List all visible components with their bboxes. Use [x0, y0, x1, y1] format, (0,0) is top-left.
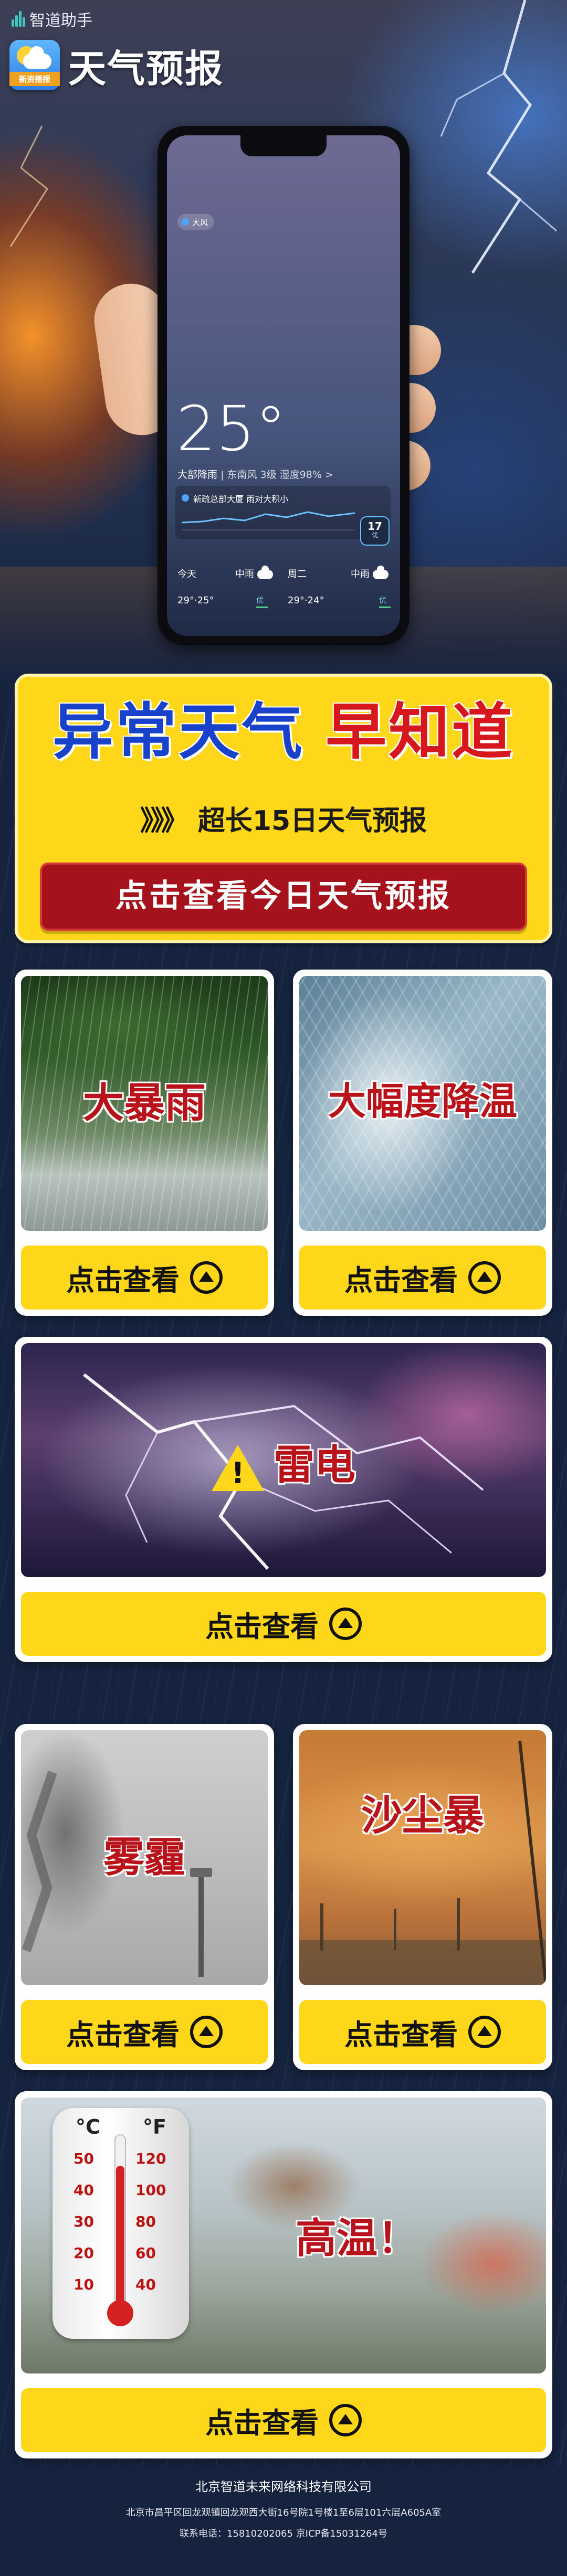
high-temperature-image: °C °F 50 40 30 20 10 120 100 80 60 40 高温…	[21, 2098, 546, 2373]
fahrenheit-tick: 120	[135, 2150, 166, 2167]
aqi-badge: 17 优	[360, 516, 390, 546]
app-badge-text: 新资播报	[9, 72, 60, 86]
condition-text: 大部降雨	[177, 469, 218, 481]
card-title: 雾霾	[103, 1834, 185, 1881]
fahrenheit-tick: 100	[135, 2181, 166, 2199]
arrow-up-circle-icon	[329, 2404, 362, 2436]
smog-image: 雾霾	[21, 1730, 268, 1985]
card-title: 大暴雨	[82, 1080, 206, 1127]
card-heavy-rain[interactable]: 大暴雨 点击查看	[15, 970, 274, 1316]
fahrenheit-unit: °F	[143, 2115, 166, 2138]
view-high-temperature-button[interactable]: 点击查看	[21, 2388, 546, 2452]
fahrenheit-tick: 40	[135, 2276, 156, 2293]
view-temperature-drop-button[interactable]: 点击查看	[299, 1246, 546, 1310]
aqi-value: 17	[368, 520, 382, 533]
arrow-up-circle-icon	[468, 1261, 501, 1294]
card-sandstorm[interactable]: 沙尘暴 点击查看	[293, 1724, 552, 2070]
location-icon	[182, 218, 189, 226]
chevrons-icon: 》》》	[140, 805, 188, 837]
forecast-day: 今天	[177, 569, 196, 580]
sandstorm-scene	[299, 1740, 546, 1985]
cloud-icon	[23, 46, 51, 69]
lightning-image: 雷电	[21, 1343, 546, 1577]
arrow-up-circle-icon	[190, 1261, 223, 1294]
card-lightning[interactable]: 雷电 点击查看	[15, 1337, 552, 1662]
precipitation-curve	[182, 511, 355, 530]
warning-icon	[211, 1444, 264, 1491]
arrow-up-circle-icon	[190, 2016, 223, 2048]
button-label: 点击查看	[66, 1263, 180, 1297]
button-label: 点击查看	[344, 1263, 458, 1297]
brand-logo-icon	[12, 11, 25, 27]
frost-image: 大幅度降温	[299, 976, 546, 1231]
footer-company: 北京智道未来网络科技有限公司	[195, 2479, 372, 2494]
banner-subtitle: 》》》 超长15日天气预报	[18, 799, 549, 838]
footer-contact: 联系电话：15810202065 京ICP备15031264号	[179, 2528, 388, 2539]
button-label: 点击查看	[205, 1610, 319, 1643]
brand-name: 智道助手	[29, 12, 92, 29]
button-label: 点击查看	[66, 2018, 180, 2051]
footer-address: 北京市昌平区回龙观镇回龙观西大街16号院1号楼1至6层101六层A605A室	[125, 2507, 442, 2518]
current-temperature: 25°	[176, 392, 287, 465]
cloud-icon	[257, 566, 273, 579]
forecast-temps: 29°·24°	[288, 595, 324, 606]
forecast-day: 周二	[288, 569, 307, 580]
arrow-up-circle-icon	[468, 2016, 501, 2048]
celsius-tick: 40	[74, 2181, 94, 2199]
card-title: 高温！	[295, 2215, 418, 2262]
arrow-up-circle-icon	[329, 1608, 362, 1640]
card-temperature-drop[interactable]: 大幅度降温 点击查看	[293, 970, 552, 1316]
celsius-tick: 30	[74, 2213, 94, 2230]
sandstorm-image: 沙尘暴	[299, 1730, 546, 1985]
subtitle-text: 超长15日天气预报	[197, 805, 427, 837]
card-title: 沙尘暴	[361, 1792, 484, 1839]
condition-detail: | 东南风 3级 湿度98% >	[220, 469, 333, 481]
headline-part1: 异常天气	[52, 697, 304, 768]
forecast-quality: 优	[256, 595, 268, 608]
app-logo: 新资播报	[9, 40, 60, 90]
button-label: 点击查看	[344, 2018, 458, 2051]
banner-headline: 异常天气 早知道	[18, 702, 549, 763]
card-smog[interactable]: 雾霾 点击查看	[15, 1724, 274, 2070]
view-today-forecast-button[interactable]: 点击查看今日天气预报	[40, 863, 527, 931]
condition-line: 大部降雨 | 东南风 3级 湿度98% >	[177, 467, 333, 481]
app-title: 天气预报	[68, 47, 224, 91]
view-sandstorm-button[interactable]: 点击查看	[299, 2000, 546, 2064]
alert-text: 新疏总部大厦 雨对大积小	[193, 494, 289, 504]
card-title: 大幅度降温	[328, 1079, 517, 1123]
cloud-icon	[372, 566, 388, 579]
view-smog-button[interactable]: 点击查看	[21, 2000, 268, 2064]
footer: 北京智道未来网络科技有限公司 北京市昌平区回龙观镇回龙观西大街16号院1号楼1至…	[0, 2476, 567, 2540]
location-label: 大风	[192, 217, 208, 227]
card-title-text: 雷电	[273, 1442, 355, 1489]
phone-mockup: 大风 25° 大部降雨 | 东南风 3级 湿度98% > 新疏总部大厦 雨对大积…	[158, 126, 410, 645]
alert-icon	[182, 494, 189, 502]
location-pill: 大风	[177, 214, 215, 230]
celsius-tick: 50	[74, 2150, 94, 2167]
view-heavy-rain-button[interactable]: 点击查看	[21, 1246, 268, 1310]
heavy-rain-image: 大暴雨	[21, 976, 268, 1231]
celsius-tick: 20	[74, 2244, 94, 2262]
forecast-strip: 今天 中雨 周二 中雨 29°·25° 优 29°·24° 优	[167, 561, 400, 620]
forecast-condition: 中雨	[351, 566, 388, 580]
headline-banner: 异常天气 早知道 》》》 超长15日天气预报 点击查看今日天气预报	[15, 674, 552, 943]
hero-section: 智道助手 新资播报 天气预报 大风 25° 大部降雨 | 东南风 3级 湿度98…	[0, 0, 567, 682]
view-lightning-button[interactable]: 点击查看	[21, 1592, 546, 1656]
celsius-tick: 10	[74, 2276, 94, 2293]
card-high-temperature[interactable]: °C °F 50 40 30 20 10 120 100 80 60 40 高温…	[15, 2091, 552, 2458]
forecast-condition: 中雨	[235, 566, 273, 580]
top-brand: 智道助手	[12, 7, 92, 30]
phone-screen: 大风 25° 大部降雨 | 东南风 3级 湿度98% > 新疏总部大厦 雨对大积…	[167, 135, 400, 636]
headline-part2: 早知道	[326, 697, 514, 768]
card-title: 雷电	[21, 1432, 546, 1491]
phone-notch	[240, 135, 327, 156]
rain-alert-card: 新疏总部大厦 雨对大积小	[175, 486, 391, 539]
button-label: 点击查看	[205, 2406, 319, 2440]
celsius-unit: °C	[76, 2115, 100, 2138]
forecast-temps: 29°·25°	[177, 595, 214, 606]
forecast-quality: 优	[379, 595, 391, 608]
aqi-label: 优	[371, 531, 378, 539]
